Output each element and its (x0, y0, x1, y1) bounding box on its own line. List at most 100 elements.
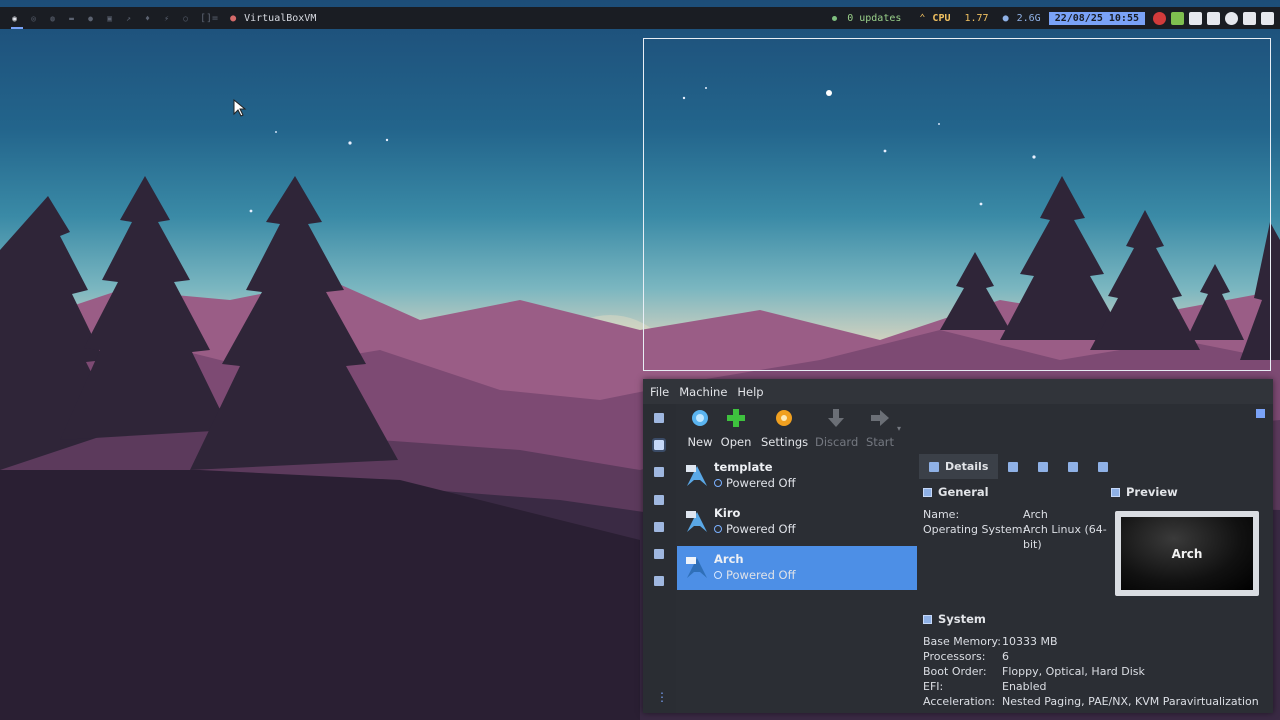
cloud-tool-icon[interactable] (654, 549, 664, 559)
acceleration-label: Acceleration: (923, 695, 996, 708)
welcome-tool-icon[interactable] (654, 413, 664, 423)
network-tool-icon[interactable] (654, 522, 664, 532)
boot-order-value: Floppy, Optical, Hard Disk (1002, 665, 1145, 678)
preview-header[interactable]: Preview (1111, 485, 1178, 499)
power-off-icon (714, 479, 722, 487)
logs-tab-icon[interactable] (1038, 461, 1049, 472)
new-button[interactable]: New (683, 408, 717, 449)
menu-machine[interactable]: Machine (679, 385, 727, 399)
preview-title: Preview (1126, 485, 1178, 499)
main-toolbar: New Open Settings Discard Start ▾ (677, 404, 1273, 452)
system-title: System (938, 612, 986, 626)
memory-module[interactable]: ● 2.6G (999, 13, 1045, 24)
memory-value: 2.6G (1016, 12, 1041, 24)
system-tray (1153, 11, 1274, 25)
clock[interactable]: 22/08/25 10:55 (1048, 11, 1145, 25)
base-memory-label: Base Memory: (923, 635, 1001, 648)
workspace-2-icon[interactable]: ◎ (29, 14, 38, 23)
general-icon (923, 487, 932, 497)
workspace-4-icon[interactable]: ▬ (67, 14, 76, 23)
tab-details[interactable]: Details (919, 454, 999, 479)
menu-file[interactable]: File (650, 385, 669, 399)
vm-list: template Powered Off Kiro Powered Off Ar… (677, 454, 917, 712)
activity-tab-icon[interactable] (1068, 461, 1079, 472)
workspace-5-icon[interactable]: ● (86, 14, 95, 23)
general-header[interactable]: General (923, 485, 989, 499)
mouse-cursor-icon (233, 99, 247, 117)
menu-help[interactable]: Help (737, 385, 763, 399)
virtualbox-manager-window: File Machine Help ⋮ New Open Settings Di… (643, 379, 1273, 713)
workspace-3-icon[interactable]: ◍ (48, 14, 57, 23)
details-tabs: Details (919, 454, 1273, 479)
screen-selection-rect (643, 38, 1271, 371)
filesystem-tab-icon[interactable] (1098, 461, 1109, 472)
vm-state-text: Powered Off (726, 522, 796, 536)
details-icon (929, 461, 939, 472)
system-header[interactable]: System (923, 612, 986, 626)
virtualbox-app-icon: ● (230, 12, 237, 24)
arch-linux-icon (686, 557, 707, 578)
snapshots-tab-icon[interactable] (1008, 461, 1019, 472)
updates-module[interactable]: 0 updates (828, 13, 905, 24)
media-tool-icon[interactable] (654, 495, 664, 505)
workspace-6-icon[interactable]: ▣ (105, 14, 114, 23)
settings-button[interactable]: Settings (761, 408, 809, 449)
vm-item-kiro[interactable]: Kiro Powered Off (677, 500, 917, 544)
new-icon (692, 410, 708, 426)
cpu-module[interactable]: ⌃ CPU 1.77 (915, 13, 992, 24)
system-icon (923, 614, 932, 624)
vm-item-template[interactable]: template Powered Off (677, 454, 917, 498)
record-icon[interactable] (1153, 11, 1166, 25)
status-bar: ◉ ◎ ◍ ▬ ● ▣ ↗ ♦ ⚡ ○ []= ● VirtualBoxVM 0… (0, 7, 1280, 29)
workspace-9-icon[interactable]: ⚡ (162, 14, 171, 23)
clipboard-icon[interactable] (1243, 11, 1256, 25)
active-workspace-underline (11, 27, 23, 29)
start-button[interactable]: Start (865, 408, 895, 449)
settings-gear-icon (776, 410, 792, 426)
machines-tool-icon[interactable] (652, 438, 666, 452)
base-memory-value: 10333 MB (1002, 635, 1058, 648)
vm-state-text: Powered Off (726, 568, 796, 582)
vm-state-text: Powered Off (726, 476, 796, 490)
vm-name: template (714, 460, 773, 474)
preview-icon (1111, 487, 1120, 497)
updates-icon (832, 15, 838, 21)
notification-icon[interactable] (1256, 409, 1265, 418)
efi-label: EFI: (923, 680, 944, 693)
image-icon[interactable] (1207, 11, 1220, 25)
memory-icon: ● (1002, 12, 1009, 24)
activities-tool-icon[interactable] (654, 576, 664, 586)
start-label: Start (865, 435, 895, 449)
workspace-1-icon[interactable]: ◉ (10, 14, 19, 23)
vm-name: Kiro (714, 506, 741, 520)
focused-window-title: ● VirtualBoxVM (230, 13, 316, 24)
os-value: Arch Linux (64- (1023, 523, 1107, 536)
network-icon[interactable] (1261, 11, 1274, 25)
cpu-value: 1.77 (964, 12, 989, 24)
os-value-wrap: bit) (1023, 538, 1042, 551)
workspace-8-icon[interactable]: ♦ (143, 14, 152, 23)
vm-item-arch[interactable]: Arch Powered Off (677, 546, 917, 590)
extensions-tool-icon[interactable] (654, 467, 664, 477)
boot-order-label: Boot Order: (923, 665, 987, 678)
start-arrow-icon (871, 410, 889, 426)
nvidia-icon[interactable] (1171, 11, 1184, 25)
volume-icon[interactable] (1189, 11, 1202, 25)
preview-frame: Arch (1115, 511, 1259, 596)
workspace-7-icon[interactable]: ↗ (124, 14, 133, 23)
workspace-10-icon[interactable]: ○ (181, 14, 190, 23)
vm-state: Powered Off (714, 568, 796, 582)
discard-button[interactable]: Discard (815, 408, 859, 449)
open-button[interactable]: Open (717, 408, 755, 449)
open-label: Open (720, 435, 752, 449)
tools-sidebar: ⋮ (643, 404, 676, 713)
more-tools-icon[interactable]: ⋮ (656, 690, 668, 704)
gear-icon[interactable] (1225, 11, 1238, 25)
window-title-text: VirtualBoxVM (244, 12, 317, 24)
start-dropdown-icon[interactable]: ▾ (897, 424, 901, 433)
discard-label: Discard (815, 435, 859, 449)
layout-indicator[interactable]: []= (200, 13, 218, 24)
tab-details-label: Details (945, 460, 989, 473)
settings-label: Settings (761, 435, 809, 449)
power-off-icon (714, 571, 722, 579)
